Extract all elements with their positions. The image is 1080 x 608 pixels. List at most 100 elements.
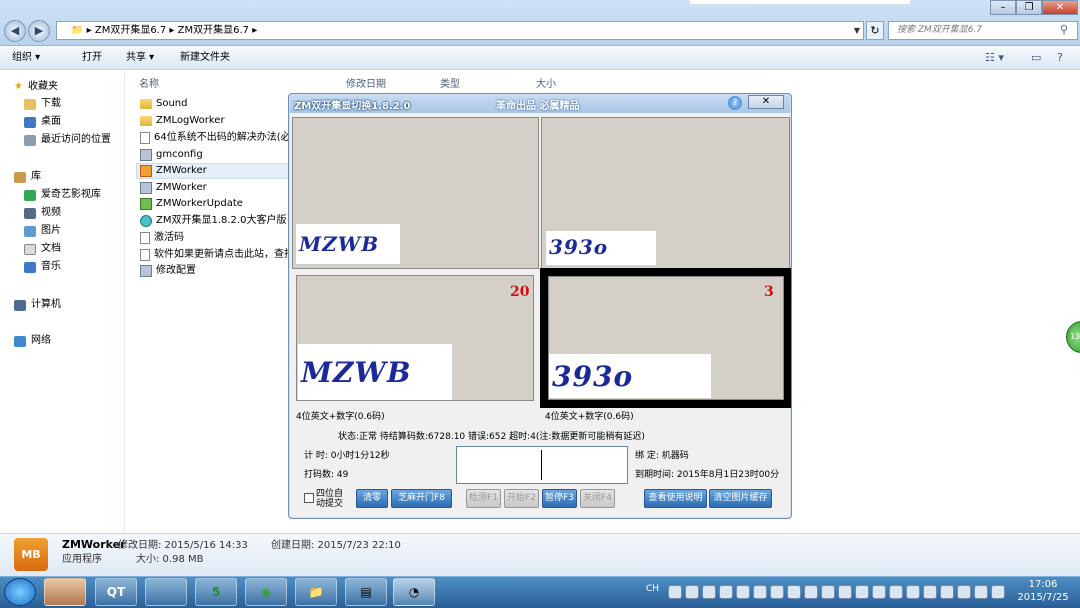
tray-icon[interactable] bbox=[719, 585, 733, 599]
tray-icon[interactable] bbox=[685, 585, 699, 599]
sidebar-item-computer[interactable]: 计算机 bbox=[14, 298, 61, 312]
tray-icon[interactable] bbox=[940, 585, 954, 599]
command-bar: 组织 ▾ 打开 共享 ▾ 新建文件夹 bbox=[0, 46, 1080, 70]
captcha-image-right-small: 393o bbox=[546, 231, 656, 265]
tray-icon[interactable] bbox=[736, 585, 750, 599]
list-item[interactable]: Sound bbox=[140, 96, 188, 112]
sidebar-item-music[interactable]: 音乐 bbox=[24, 260, 61, 274]
system-tray bbox=[645, 582, 1025, 602]
tray-icon[interactable] bbox=[702, 585, 716, 599]
taskbar-app-browser[interactable]: ◉ bbox=[245, 578, 287, 606]
column-header-type[interactable]: 类型 bbox=[440, 75, 460, 90]
organize-button[interactable]: 组织 ▾ bbox=[12, 50, 40, 66]
sidebar-item-documents[interactable]: 文档 bbox=[24, 242, 61, 256]
list-item[interactable]: ZMWorker bbox=[140, 180, 207, 196]
sidebar-item-favorites[interactable]: ★ 收藏夹 bbox=[14, 80, 58, 94]
start-button[interactable]: 开始F2 bbox=[504, 489, 539, 508]
tray-icon[interactable] bbox=[957, 585, 971, 599]
tray-icon[interactable] bbox=[838, 585, 852, 599]
reset-button[interactable]: 清零 bbox=[356, 489, 388, 508]
tray-icon[interactable] bbox=[923, 585, 937, 599]
auto-submit-checkbox[interactable] bbox=[304, 493, 314, 503]
search-icon[interactable]: ⚲ bbox=[1060, 22, 1076, 38]
column-header-modified[interactable]: 修改日期 bbox=[346, 75, 386, 90]
list-item[interactable]: ZMWorker bbox=[140, 163, 207, 179]
taskbar-app-qt[interactable]: QT bbox=[95, 578, 137, 606]
list-item[interactable]: 软件如果更新请点击此站，查找 bbox=[140, 247, 294, 263]
computer-icon bbox=[14, 299, 26, 311]
pause-button[interactable]: 暂停F3 bbox=[542, 489, 577, 508]
binding-label: 绑 定: 机器码 bbox=[635, 451, 689, 461]
detect-button[interactable]: 检测F1 bbox=[466, 489, 501, 508]
tray-icon[interactable] bbox=[770, 585, 784, 599]
sidebar-item-pictures[interactable]: 图片 bbox=[24, 224, 61, 238]
keyboard-icon[interactable] bbox=[668, 585, 682, 599]
new-folder-button[interactable]: 新建文件夹 bbox=[180, 50, 230, 66]
tray-icon[interactable] bbox=[787, 585, 801, 599]
column-header-size[interactable]: 大小 bbox=[536, 75, 556, 90]
recent-places-icon bbox=[24, 134, 36, 146]
help-icon[interactable]: ? bbox=[728, 96, 742, 110]
volume-icon[interactable] bbox=[991, 585, 1005, 599]
taskbar-app-5[interactable]: 5 bbox=[195, 578, 237, 606]
open-button[interactable]: 打开 bbox=[82, 50, 102, 66]
list-item[interactable]: 修改配置 bbox=[140, 263, 196, 279]
taskbar-app-zm[interactable]: ◔ bbox=[393, 578, 435, 606]
tray-icon[interactable] bbox=[889, 585, 903, 599]
tray-icon[interactable] bbox=[804, 585, 818, 599]
taskbar-app-avatar[interactable] bbox=[44, 578, 86, 606]
minimize-button[interactable]: – bbox=[990, 0, 1016, 15]
taskbar-app-explorer[interactable]: 📁 bbox=[295, 578, 337, 606]
clock[interactable]: 17:06 2015/7/25 bbox=[1010, 578, 1076, 606]
help-icon[interactable]: ? bbox=[1057, 51, 1063, 64]
tray-icon[interactable] bbox=[855, 585, 869, 599]
sidebar-item-downloads[interactable]: 下载 bbox=[24, 97, 61, 111]
list-item[interactable]: ZMLogWorker bbox=[140, 113, 225, 129]
folder-icon bbox=[140, 99, 152, 109]
list-item[interactable]: gmconfig bbox=[140, 147, 203, 163]
sidebar-item-network[interactable]: 网络 bbox=[14, 334, 51, 348]
sidebar-item-videos[interactable]: 视频 bbox=[24, 206, 61, 220]
list-item[interactable]: ZMWorkerUpdate bbox=[140, 196, 243, 212]
tray-icon[interactable] bbox=[974, 585, 988, 599]
close-f4-button[interactable]: 关闭F4 bbox=[580, 489, 615, 508]
breadcrumb-item[interactable]: ZM双开集显6.7 bbox=[178, 25, 249, 36]
maximize-button[interactable]: ❐ bbox=[1016, 0, 1042, 15]
list-item[interactable]: 激活码 bbox=[140, 230, 184, 246]
tray-icon[interactable] bbox=[906, 585, 920, 599]
refresh-icon[interactable]: ↻ bbox=[866, 21, 884, 40]
dialog-subtitle: 革命出品 必属精品 bbox=[496, 101, 580, 112]
taskbar-app-winrar[interactable]: ▤ bbox=[345, 578, 387, 606]
list-item[interactable]: 64位系统不出码的解决办法(必读 bbox=[140, 130, 301, 146]
view-controls: ☷ ▾ ▭ ? bbox=[985, 49, 1075, 67]
search-input[interactable]: 搜索 ZM双开集显6.7 bbox=[888, 21, 1078, 40]
sidebar-item-iqiyi[interactable]: 爱奇艺影视库 bbox=[24, 188, 101, 202]
view-instructions-button[interactable]: 查看使用说明 bbox=[644, 489, 707, 508]
start-button[interactable] bbox=[4, 578, 36, 606]
tray-icon[interactable] bbox=[753, 585, 767, 599]
taskbar-app-window[interactable] bbox=[145, 578, 187, 606]
breadcrumb[interactable]: 📁 ▸ ZM双开集显6.7 ▸ ZM双开集显6.7 ▸ bbox=[56, 21, 864, 40]
tray-icon[interactable] bbox=[821, 585, 835, 599]
tray-icon[interactable] bbox=[872, 585, 886, 599]
clear-image-cache-button[interactable]: 清空图片缓存 bbox=[709, 489, 772, 508]
share-button[interactable]: 共享 ▾ bbox=[126, 50, 154, 66]
list-item[interactable]: ZM双开集显1.8.2.0大客户版 bbox=[140, 213, 286, 229]
back-icon[interactable]: ◀ bbox=[4, 20, 26, 42]
auto-submit-label-1: 四位自 bbox=[316, 489, 344, 499]
close-button[interactable]: ✕ bbox=[1042, 0, 1078, 15]
sidebar-item-recent[interactable]: 最近访问的位置 bbox=[24, 133, 111, 147]
open-sesame-button[interactable]: 芝麻开门F8 bbox=[391, 489, 452, 508]
code-type-right: 4位英文+数字(0.6码) bbox=[545, 412, 634, 422]
sidebar-item-library[interactable]: 库 bbox=[14, 170, 41, 184]
chevron-down-icon[interactable]: ▼ bbox=[850, 21, 864, 40]
dialog-close-button[interactable]: ✕ bbox=[748, 95, 784, 109]
breadcrumb-item[interactable]: ZM双开集显6.7 bbox=[95, 25, 166, 36]
library-icon bbox=[14, 171, 26, 183]
captcha-image-left: MZWB bbox=[298, 344, 452, 400]
column-header-name[interactable]: 名称 bbox=[139, 75, 159, 90]
view-options-icon[interactable]: ☷ ▾ bbox=[985, 51, 1004, 64]
forward-icon[interactable]: ▶ bbox=[28, 20, 50, 42]
preview-pane-icon[interactable]: ▭ bbox=[1031, 51, 1041, 64]
sidebar-item-desktop[interactable]: 桌面 bbox=[24, 115, 61, 129]
